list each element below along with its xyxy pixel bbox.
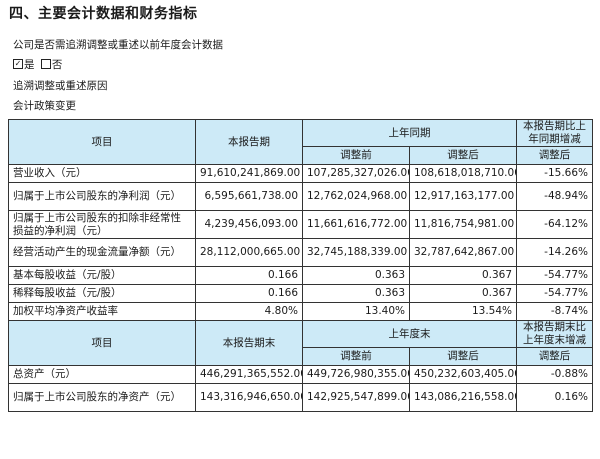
row-current: 143,316,946,650.00 (195, 383, 303, 412)
row-label: 归属于上市公司股东的扣除非经常性损益的净利润（元） (8, 210, 196, 239)
row-label: 稀释每股收益（元/股） (8, 284, 196, 303)
table-row: 总资产（元） 446,291,365,552.00 449,726,980,35… (8, 365, 593, 384)
retro-question: 公司是否需追溯调整或重述以前年度会计数据 (13, 39, 223, 51)
header-after: 调整后 (409, 347, 517, 366)
row-after: 13.54% (409, 302, 517, 321)
row-before: 107,285,327,026.00 (302, 164, 410, 183)
row-after: 108,618,018,710.00 (409, 164, 517, 183)
row-current: 4.80% (195, 302, 303, 321)
row-current: 6,595,661,738.00 (195, 182, 303, 211)
row-before: 0.363 (302, 266, 410, 285)
row-change: -8.74% (516, 302, 593, 321)
row-after: 11,816,754,981.00 (409, 210, 517, 239)
row-before: 12,762,024,968.00 (302, 182, 410, 211)
row-after: 450,232,603,405.00 (409, 365, 517, 384)
header-prev-group: 上年同期 (302, 119, 517, 147)
option-yes-label: 是 (24, 59, 35, 71)
header-item: 项目 (8, 119, 196, 165)
header-current: 本报告期末 (195, 320, 303, 366)
row-change: 0.16% (516, 383, 593, 412)
row-label: 总资产（元） (8, 365, 196, 384)
row-label: 归属于上市公司股东的净利润（元） (8, 182, 196, 211)
reason-label: 追溯调整或重述原因 (13, 80, 108, 92)
table-row: 归属于上市公司股东的扣除非经常性损益的净利润（元） 4,239,456,093.… (8, 210, 593, 239)
table-row: 归属于上市公司股东的净利润（元） 6,595,661,738.00 12,762… (8, 182, 593, 211)
section-title: 四、主要会计数据和财务指标 (9, 6, 198, 22)
row-current: 446,291,365,552.00 (195, 365, 303, 384)
table-row: 加权平均净资产收益率 4.80% 13.40% 13.54% -8.74% (8, 302, 593, 321)
header-item: 项目 (8, 320, 196, 366)
row-change: -48.94% (516, 182, 593, 211)
checkbox-icon[interactable] (40, 59, 51, 69)
row-after: 0.367 (409, 266, 517, 285)
row-before: 142,925,547,899.00 (302, 383, 410, 412)
row-change: -15.66% (516, 164, 593, 183)
row-current: 0.166 (195, 266, 303, 285)
table-row: 归属于上市公司股东的净资产（元） 143,316,946,650.00 142,… (8, 383, 593, 412)
row-before: 449,726,980,355.00 (302, 365, 410, 384)
table-row: 经营活动产生的现金流量净额（元） 28,112,000,665.00 32,74… (8, 238, 593, 267)
row-change: -0.88% (516, 365, 593, 384)
row-current: 0.166 (195, 284, 303, 303)
row-label: 经营活动产生的现金流量净额（元） (8, 238, 196, 267)
checked-checkbox-icon[interactable] (13, 59, 23, 69)
table2-header-row: 项目 本报告期末 上年度末 本报告期末比上年度末增减 (8, 320, 593, 366)
row-after: 12,917,163,177.00 (409, 182, 517, 211)
header-before: 调整前 (302, 146, 410, 165)
row-label: 加权平均净资产收益率 (8, 302, 196, 321)
row-label: 营业收入（元） (8, 164, 196, 183)
row-after: 0.367 (409, 284, 517, 303)
header-before: 调整前 (302, 347, 410, 366)
row-change: -64.12% (516, 210, 593, 239)
financial-table: 项目 本报告期 上年同期 本报告期比上年同期增减 调整前 调整后 调整后 营业收… (8, 119, 593, 412)
table-row: 稀释每股收益（元/股） 0.166 0.363 0.367 -54.77% (8, 284, 593, 303)
table1-header-row: 项目 本报告期 上年同期 本报告期比上年同期增减 (8, 119, 593, 165)
row-change: -54.77% (516, 266, 593, 285)
row-before: 13.40% (302, 302, 410, 321)
row-current: 28,112,000,665.00 (195, 238, 303, 267)
header-change: 本报告期比上年同期增减 (516, 119, 593, 147)
header-change-sub: 调整后 (516, 347, 593, 366)
option-no-label: 否 (51, 59, 63, 71)
row-before: 32,745,188,339.00 (302, 238, 410, 267)
header-change-sub: 调整后 (516, 146, 593, 165)
header-after: 调整后 (409, 146, 517, 165)
table-row: 营业收入（元） 91,610,241,869.00 107,285,327,02… (8, 164, 593, 183)
row-current: 91,610,241,869.00 (195, 164, 303, 183)
reason-value: 会计政策变更 (13, 100, 76, 112)
header-current: 本报告期 (195, 119, 303, 165)
row-current: 4,239,456,093.00 (195, 210, 303, 239)
row-label: 归属于上市公司股东的净资产（元） (8, 383, 196, 412)
row-label: 基本每股收益（元/股） (8, 266, 196, 285)
retro-options: 是 否 (13, 58, 62, 72)
row-after: 32,787,642,867.00 (409, 238, 517, 267)
row-change: -14.26% (516, 238, 593, 267)
header-prev-group: 上年度末 (302, 320, 517, 348)
row-before: 11,661,616,772.00 (302, 210, 410, 239)
report-page: 四、主要会计数据和财务指标 公司是否需追溯调整或重述以前年度会计数据 是 否 追… (0, 0, 600, 459)
row-change: -54.77% (516, 284, 593, 303)
row-before: 0.363 (302, 284, 410, 303)
table-row: 基本每股收益（元/股） 0.166 0.363 0.367 -54.77% (8, 266, 593, 285)
header-change: 本报告期末比上年度末增减 (516, 320, 593, 348)
row-after: 143,086,216,558.00 (409, 383, 517, 412)
